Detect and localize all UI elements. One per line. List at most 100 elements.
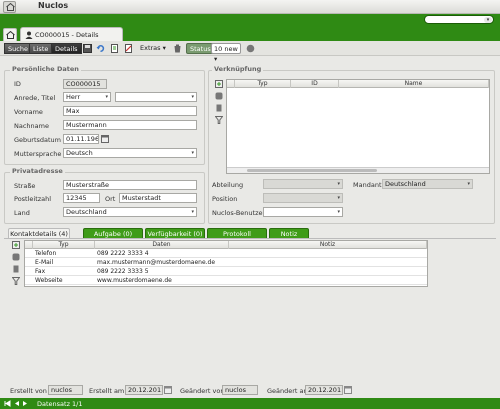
new-row-icon[interactable]	[12, 241, 20, 249]
changed-at-field: 20.12.2011	[305, 385, 343, 395]
status-bar: Datensatz 1/1	[0, 398, 500, 409]
scrollbar-thumb[interactable]	[247, 169, 377, 172]
linking-col-type[interactable]: Typ	[235, 80, 291, 88]
title-select[interactable]: ▾	[115, 92, 197, 102]
tab-tasks[interactable]: Aufgabe (0)	[83, 228, 143, 238]
zip-field[interactable]: 12345	[63, 193, 100, 203]
linking-grid[interactable]: Typ ID Name	[226, 79, 490, 174]
table-row[interactable]: Fax 089 2222 3333 5	[25, 267, 427, 276]
language-value: Deutsch	[66, 149, 93, 157]
tab-document[interactable]: CO000015 - Details	[20, 27, 123, 41]
tab-note[interactable]: Notiz	[269, 228, 309, 238]
position-label: Position	[212, 195, 238, 203]
delete-icon[interactable]	[124, 44, 133, 53]
refresh-icon[interactable]	[96, 44, 105, 53]
tab-strip: ▾ CO000015 - Details	[0, 14, 500, 41]
address-legend: Privatadresse	[10, 167, 65, 175]
salutation-select[interactable]: Herr ▾	[63, 92, 111, 102]
horizontal-scrollbar[interactable]	[227, 167, 489, 173]
language-label: Muttersprache	[14, 150, 62, 158]
trash-icon[interactable]	[173, 44, 182, 53]
tab-protocol[interactable]: Protokoll	[207, 228, 267, 238]
copy-icon[interactable]	[12, 253, 20, 261]
chevron-down-icon: ▾	[337, 195, 340, 201]
contacts-col-data[interactable]: Daten	[95, 241, 229, 249]
department-select[interactable]: ▾	[263, 179, 343, 189]
created-at-field: 20.12.2011	[125, 385, 163, 395]
table-row[interactable]: Webseite www.musterdomaene.de	[25, 276, 427, 285]
city-label: Ort	[105, 195, 116, 203]
copy-icon[interactable]	[215, 92, 223, 100]
lastname-label: Nachname	[14, 122, 49, 130]
home-button[interactable]	[3, 1, 16, 13]
firstname-field[interactable]: Max	[63, 106, 197, 116]
extras-menu[interactable]: Extras ▾	[137, 43, 169, 54]
cell-data: www.musterdomaene.de	[97, 277, 172, 284]
chevron-down-icon: ▾	[191, 209, 194, 215]
delete-row-icon[interactable]	[215, 104, 223, 112]
next-record-icon[interactable]	[22, 400, 29, 407]
changed-at-label: Geändert am	[267, 387, 310, 395]
language-select[interactable]: Deutsch ▾	[63, 148, 197, 158]
cell-note	[229, 267, 427, 276]
client-select[interactable]: Deutschland ▾	[382, 179, 473, 189]
contacts-col-type[interactable]: Typ	[33, 241, 95, 249]
chevron-down-icon[interactable]: ▾	[484, 17, 492, 23]
status-circle-icon[interactable]	[246, 44, 255, 53]
tab-document-label: CO000015 - Details	[35, 31, 99, 39]
position-select[interactable]: ▾	[263, 193, 343, 203]
firstname-label: Vorname	[14, 108, 43, 116]
calendar-icon	[344, 386, 352, 394]
cell-type: Telefon	[35, 250, 57, 257]
tab-contact-details[interactable]: Kontaktdetails (4)	[8, 228, 70, 238]
search-input[interactable]: ▾	[424, 15, 494, 24]
linking-col-name[interactable]: Name	[339, 80, 489, 88]
created-by-label: Erstellt von	[10, 387, 47, 395]
chevron-down-icon: ▾	[191, 94, 194, 100]
cell-type: Fax	[35, 268, 46, 275]
birthdate-field[interactable]: 01.11.1960	[63, 134, 99, 144]
status-select[interactable]: 10 new ▾	[211, 43, 241, 63]
search-mode-button[interactable]: Suche	[4, 43, 32, 54]
changed-by-field: nuclos	[222, 385, 258, 395]
tab-divider	[4, 238, 496, 239]
table-row[interactable]: E-Mail max.mustermann@musterdomaene.de	[25, 258, 427, 267]
contacts-col-note[interactable]: Notiz	[229, 241, 427, 249]
cell-note	[229, 276, 427, 285]
chevron-down-icon: ▾	[191, 150, 194, 156]
table-row[interactable]: Telefon 089 2222 3333 4	[25, 249, 427, 258]
delete-row-icon[interactable]	[12, 265, 20, 273]
lastname-field[interactable]: Mustermann	[63, 120, 197, 130]
street-field[interactable]: Musterstraße	[63, 180, 197, 190]
details-mode-button[interactable]: Details	[51, 43, 82, 54]
changed-by-label: Geändert von	[180, 387, 225, 395]
calendar-icon[interactable]	[101, 134, 109, 143]
previous-record-icon[interactable]	[13, 400, 20, 407]
nuclos-user-select[interactable]: ▾	[263, 207, 343, 217]
tab-availability[interactable]: Verfügbarkeit (0)	[145, 228, 205, 238]
record-counter: Datensatz 1/1	[37, 400, 83, 408]
home-tab[interactable]	[3, 28, 17, 41]
nuclos-user-label: Nuclos-Benutzer	[212, 209, 266, 217]
new-row-icon[interactable]	[215, 80, 223, 88]
cell-type: E-Mail	[35, 259, 54, 266]
city-field[interactable]: Musterstadt	[119, 193, 197, 203]
filter-icon[interactable]	[215, 116, 223, 124]
chevron-down-icon: ▾	[467, 181, 470, 187]
new-document-icon[interactable]	[110, 44, 119, 53]
home-icon	[6, 31, 15, 39]
title-bar: Nuclos	[0, 0, 500, 14]
cell-note	[229, 249, 427, 258]
id-label: ID	[14, 80, 21, 88]
list-mode-button[interactable]: Liste	[29, 43, 53, 54]
filter-icon[interactable]	[12, 277, 20, 285]
save-icon[interactable]	[83, 44, 92, 53]
chevron-down-icon: ▾	[162, 44, 166, 52]
country-select[interactable]: Deutschland ▾	[63, 207, 197, 217]
first-record-icon[interactable]	[4, 400, 11, 407]
birthdate-label: Geburtsdatum	[14, 136, 61, 144]
contacts-grid-header: Typ Daten Notiz	[25, 241, 427, 249]
linking-col-id[interactable]: ID	[291, 80, 339, 88]
linking-legend: Verknüpfung	[212, 65, 264, 73]
contacts-grid[interactable]: Typ Daten Notiz Telefon 089 2222 3333 4 …	[24, 240, 428, 287]
